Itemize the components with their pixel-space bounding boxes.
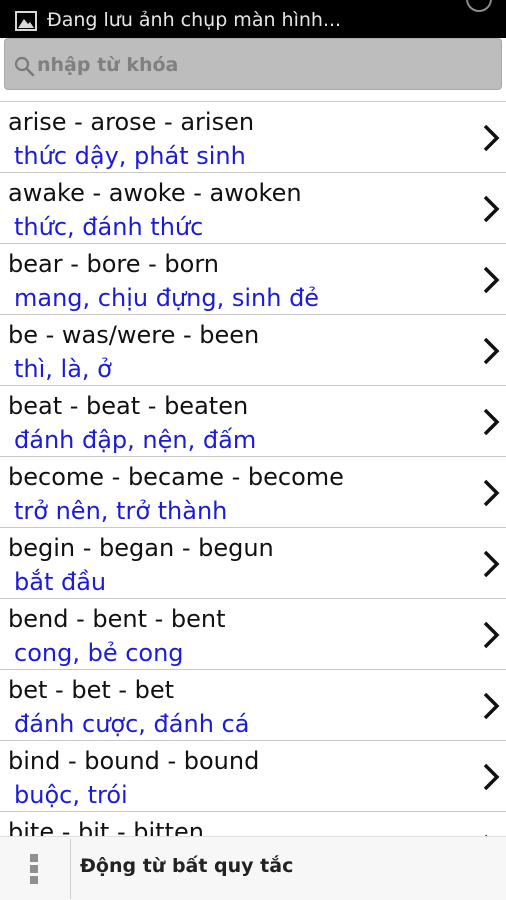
status-indicator-icon xyxy=(466,0,492,12)
verb-forms: bear - bore - born xyxy=(8,250,220,278)
verb-forms: bend - bent - bent xyxy=(8,605,226,633)
verb-meaning: thì, là, ở xyxy=(14,355,112,383)
verb-meaning: trở nên, trở thành xyxy=(14,497,228,525)
list-item[interactable]: bear - bore - born mang, chịu đựng, sinh… xyxy=(0,244,506,315)
verb-list[interactable]: arise - arose - arisen thức dậy, phát si… xyxy=(0,101,506,837)
verb-meaning: đánh đập, nện, đấm xyxy=(14,426,257,454)
verb-meaning: mang, chịu đựng, sinh đẻ xyxy=(14,284,320,312)
verb-meaning: cong, bẻ cong xyxy=(14,639,184,667)
chevron-right-icon xyxy=(483,763,500,791)
verb-meaning: đánh cược, đánh cá xyxy=(14,710,250,738)
chevron-right-icon xyxy=(483,621,500,649)
search-box[interactable] xyxy=(4,38,502,90)
app-title: Động từ bất quy tắc xyxy=(80,855,294,877)
list-item[interactable]: awake - awoke - awoken thức, đánh thức xyxy=(0,173,506,244)
search-input[interactable] xyxy=(37,49,477,81)
search-icon xyxy=(14,56,35,77)
image-icon xyxy=(15,11,37,31)
list-item[interactable]: bite - bit - bitten xyxy=(0,812,506,837)
chevron-right-icon xyxy=(483,550,500,578)
chevron-right-icon xyxy=(483,124,500,152)
search-area xyxy=(0,38,506,98)
bar-divider xyxy=(70,839,71,899)
chevron-right-icon xyxy=(483,195,500,223)
chevron-right-icon xyxy=(483,408,500,436)
list-item[interactable]: begin - began - begun bắt đầu xyxy=(0,528,506,599)
list-item[interactable]: beat - beat - beaten đánh đập, nện, đấm xyxy=(0,386,506,457)
verb-forms: become - became - become xyxy=(8,463,344,491)
verb-forms: awake - awoke - awoken xyxy=(8,179,302,207)
chevron-right-icon xyxy=(483,266,500,294)
verb-forms: be - was/were - been xyxy=(8,321,260,349)
status-bar: Đang lưu ảnh chụp màn hình... xyxy=(0,0,506,38)
overflow-menu-icon[interactable] xyxy=(30,854,40,888)
list-item[interactable]: bind - bound - bound buộc, trói xyxy=(0,741,506,812)
status-notification-text: Đang lưu ảnh chụp màn hình... xyxy=(47,9,342,31)
list-item[interactable]: bet - bet - bet đánh cược, đánh cá xyxy=(0,670,506,741)
verb-forms: bite - bit - bitten xyxy=(8,818,204,837)
chevron-right-icon xyxy=(483,337,500,365)
list-item[interactable]: become - became - become trở nên, trở th… xyxy=(0,457,506,528)
verb-forms: bind - bound - bound xyxy=(8,747,260,775)
list-item[interactable]: arise - arose - arisen thức dậy, phát si… xyxy=(0,102,506,173)
list-item[interactable]: bend - bent - bent cong, bẻ cong xyxy=(0,599,506,670)
verb-forms: bet - bet - bet xyxy=(8,676,175,704)
verb-forms: arise - arose - arisen xyxy=(8,108,255,136)
list-item[interactable]: be - was/were - been thì, là, ở xyxy=(0,315,506,386)
verb-meaning: thức dậy, phát sinh xyxy=(14,142,246,170)
verb-meaning: buộc, trói xyxy=(14,781,128,809)
verb-meaning: bắt đầu xyxy=(14,568,107,596)
verb-meaning: thức, đánh thức xyxy=(14,213,204,241)
chevron-right-icon xyxy=(483,479,500,507)
verb-forms: begin - began - begun xyxy=(8,534,274,562)
chevron-right-icon xyxy=(483,692,500,720)
verb-forms: beat - beat - beaten xyxy=(8,392,249,420)
bottom-action-bar: Động từ bất quy tắc xyxy=(0,836,506,900)
